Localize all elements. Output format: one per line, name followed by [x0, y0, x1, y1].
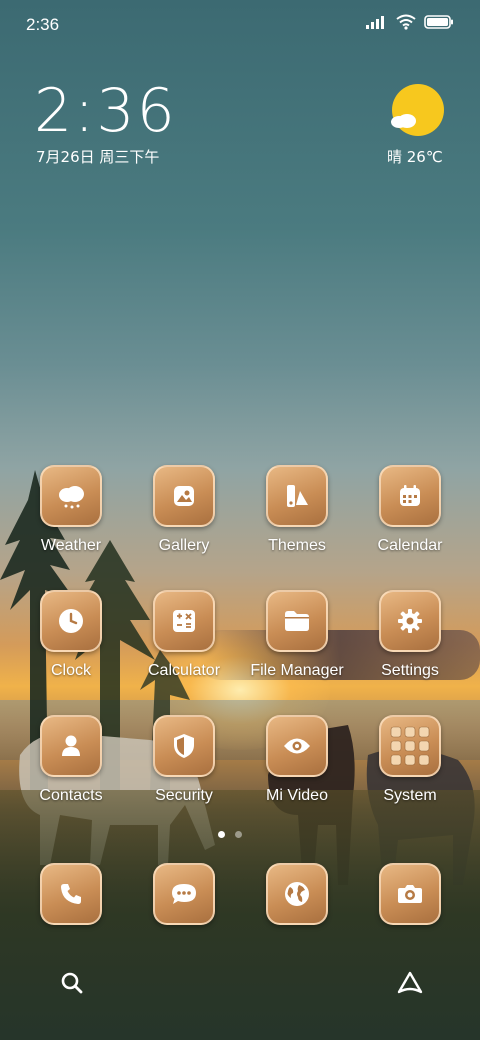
app-label: Calculator [147, 662, 221, 679]
app-weather[interactable]: Weather [21, 465, 121, 555]
dock-camera-tile[interactable] [379, 863, 441, 925]
app-mi-video-tile[interactable] [266, 715, 328, 777]
app-security-tile[interactable] [153, 715, 215, 777]
app-file-manager-tile[interactable] [266, 590, 328, 652]
assistant-icon[interactable] [396, 970, 424, 996]
app-file-manager[interactable]: File Manager [247, 590, 347, 680]
status-icons [366, 14, 454, 30]
app-gallery[interactable]: Gallery [134, 465, 234, 555]
app-label: Weather [40, 537, 102, 554]
app-folder-icon [390, 726, 430, 766]
page-dot [235, 831, 242, 838]
wifi-icon [396, 14, 416, 30]
app-label: File Manager [250, 662, 344, 679]
page-dot-active [218, 831, 225, 838]
home-screen: 2:36 2:36 7月26日 周三下午 晴 26℃ Weather Galle… [0, 0, 480, 1040]
app-calculator-tile[interactable] [153, 590, 215, 652]
app-label: Mi Video [266, 787, 328, 804]
app-label: System [383, 787, 437, 804]
app-label: Clock [50, 662, 91, 679]
folder-icon [285, 611, 309, 631]
app-weather-tile[interactable] [40, 465, 102, 527]
app-settings[interactable]: Settings [360, 590, 460, 680]
dock-browser[interactable] [247, 863, 347, 925]
image-icon [174, 486, 194, 506]
app-settings-tile[interactable] [379, 590, 441, 652]
dock-phone[interactable] [21, 863, 121, 925]
app-calendar[interactable]: Calendar [360, 465, 460, 555]
cloud-icon [59, 486, 84, 509]
app-label: Themes [268, 537, 326, 554]
app-label: Calendar [377, 537, 443, 554]
app-system-tile[interactable] [379, 715, 441, 777]
app-calendar-tile[interactable] [379, 465, 441, 527]
globe-icon [285, 882, 309, 906]
dock-messages-tile[interactable] [153, 863, 215, 925]
app-label: Gallery [158, 537, 210, 554]
shield-icon [174, 734, 194, 758]
calculator-icon [173, 610, 195, 632]
clock-date: 7月26日 周三下午 [36, 148, 160, 166]
app-contacts[interactable]: Contacts [21, 715, 121, 805]
dock-phone-tile[interactable] [40, 863, 102, 925]
status-bar: 2:36 [0, 0, 480, 50]
dock-messages[interactable] [134, 863, 234, 925]
status-time: 2:36 [26, 15, 60, 34]
app-contacts-tile[interactable] [40, 715, 102, 777]
sun-icon [392, 84, 444, 136]
cloud-icon [391, 114, 416, 128]
search-icon[interactable] [60, 971, 84, 995]
app-label: Contacts [39, 787, 103, 804]
app-system-folder[interactable]: System [360, 715, 460, 805]
page-indicator [218, 831, 242, 838]
dock-camera[interactable] [360, 863, 460, 925]
message-icon [172, 884, 196, 904]
app-mi-video[interactable]: Mi Video [247, 715, 347, 805]
app-calculator[interactable]: Calculator [134, 590, 234, 680]
camera-icon [398, 885, 422, 903]
clock-icon [59, 609, 83, 633]
app-themes-tile[interactable] [266, 465, 328, 527]
app-label: Settings [381, 662, 439, 679]
calendar-icon [400, 485, 420, 506]
eye-icon [284, 738, 310, 754]
app-clock-tile[interactable] [40, 590, 102, 652]
app-gallery-tile[interactable] [153, 465, 215, 527]
person-icon [62, 735, 80, 756]
app-clock[interactable]: Clock [21, 590, 121, 680]
app-label: Security [155, 787, 213, 804]
dock-browser-tile[interactable] [266, 863, 328, 925]
palette-icon [287, 485, 308, 507]
weather-text: 晴 26℃ [387, 148, 443, 166]
app-security[interactable]: Security [134, 715, 234, 805]
battery-icon [424, 15, 453, 29]
app-themes[interactable]: Themes [247, 465, 347, 555]
signal-icon [366, 16, 384, 29]
gear-icon [398, 609, 422, 633]
clock-time: 2:36 [34, 76, 177, 146]
phone-icon [61, 884, 81, 904]
